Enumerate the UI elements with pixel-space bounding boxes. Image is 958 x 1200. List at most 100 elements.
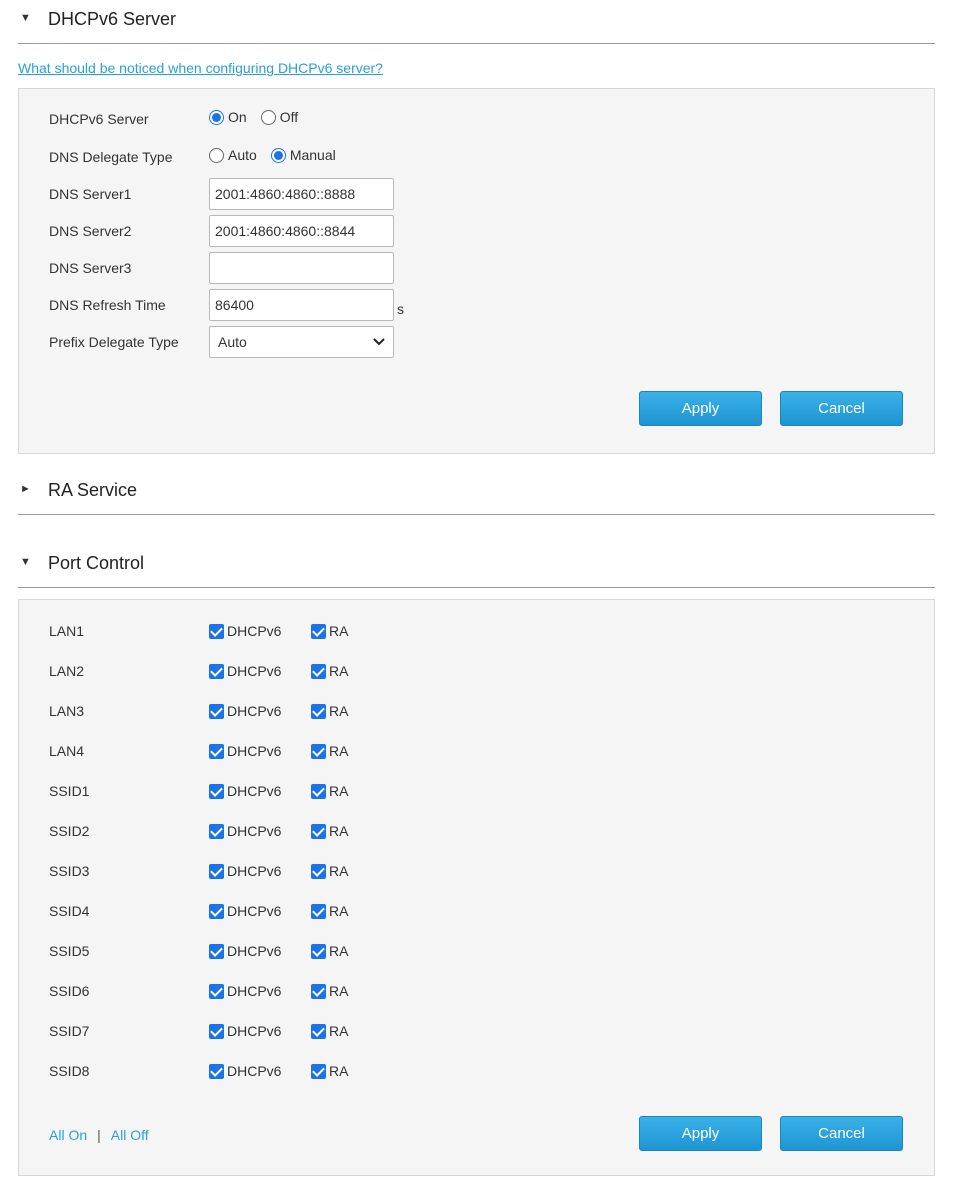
- checkbox-label: DHCPv6: [227, 863, 282, 879]
- collapse-arrow-icon: ▼: [20, 12, 31, 24]
- radio-label: Manual: [289, 147, 336, 163]
- dhcpv6-checkbox[interactable]: DHCPv6: [209, 1063, 281, 1079]
- section-title: Port Control: [48, 553, 145, 573]
- checkbox-checked-icon: [209, 783, 224, 799]
- dhcpv6-help-link[interactable]: What should be noticed when configuring …: [18, 60, 383, 76]
- port-cancel-button[interactable]: Cancel: [780, 1116, 903, 1151]
- checkbox-checked-icon: [311, 823, 326, 839]
- port-row: SSID5 DHCPv6 RA: [19, 941, 934, 965]
- ra-checkbox[interactable]: RA: [311, 903, 348, 919]
- port-label: SSID4: [49, 903, 90, 919]
- collapse-arrow-icon: ▼: [20, 556, 31, 568]
- dhcpv6-checkbox[interactable]: DHCPv6: [209, 823, 281, 839]
- radio-unchecked-icon: [209, 147, 224, 163]
- dhcpv6-section-header[interactable]: ▼ DHCPv6 Server: [18, 0, 935, 44]
- checkbox-label: DHCPv6: [227, 743, 282, 759]
- port-label: SSID2: [49, 823, 90, 839]
- chevron-down-icon: [373, 338, 385, 346]
- checkbox-label: RA: [329, 943, 349, 959]
- dns-server2-input[interactable]: [209, 215, 394, 247]
- section-title: RA Service: [48, 480, 138, 500]
- port-control-panel: LAN1 DHCPv6 RA LAN2 DHCPv6 RA LAN3 DHCPv6 RA LAN4…: [18, 599, 935, 1176]
- expand-arrow-icon: ►: [20, 483, 31, 495]
- checkbox-checked-icon: [311, 1023, 326, 1039]
- checkbox-checked-icon: [209, 823, 224, 839]
- ra-checkbox[interactable]: RA: [311, 943, 348, 959]
- port-control-section-header[interactable]: ▼ Port Control: [18, 544, 935, 588]
- checkbox-label: DHCPv6: [227, 943, 282, 959]
- prefix-delegate-select[interactable]: Auto: [209, 326, 394, 358]
- dhcpv6-apply-button[interactable]: Apply: [639, 391, 762, 426]
- section-title: DHCPv6 Server: [48, 9, 177, 29]
- port-label: SSID7: [49, 1023, 90, 1039]
- checkbox-label: DHCPv6: [227, 703, 282, 719]
- checkbox-label: DHCPv6: [227, 823, 282, 839]
- ra-checkbox[interactable]: RA: [311, 1023, 348, 1039]
- dns-delegate-radio-group: Auto Manual: [209, 147, 350, 163]
- port-label: LAN2: [49, 663, 85, 679]
- ra-checkbox[interactable]: RA: [311, 983, 348, 999]
- dns-refresh-label: DNS Refresh Time: [49, 297, 166, 313]
- dhcpv6-panel: DHCPv6 Server On Off DNS Delegate Type A…: [18, 88, 935, 454]
- dhcpv6-checkbox[interactable]: DHCPv6: [209, 943, 281, 959]
- dhcpv6-on-radio[interactable]: On: [209, 109, 247, 125]
- dhcpv6-cancel-button[interactable]: Cancel: [780, 391, 903, 426]
- all-off-link[interactable]: All Off: [111, 1127, 149, 1143]
- checkbox-checked-icon: [311, 783, 326, 799]
- ra-checkbox[interactable]: RA: [311, 783, 348, 799]
- dhcpv6-checkbox[interactable]: DHCPv6: [209, 863, 281, 879]
- dhcpv6-off-radio[interactable]: Off: [260, 109, 299, 125]
- ra-checkbox[interactable]: RA: [311, 703, 348, 719]
- port-row: LAN2 DHCPv6 RA: [19, 661, 934, 685]
- checkbox-checked-icon: [311, 703, 326, 719]
- port-label: SSID6: [49, 983, 90, 999]
- dns-server1-input[interactable]: [209, 178, 394, 210]
- port-label: LAN3: [49, 703, 85, 719]
- ra-checkbox[interactable]: RA: [311, 823, 348, 839]
- radio-label: Off: [279, 109, 299, 125]
- dns-auto-radio[interactable]: Auto: [209, 147, 257, 163]
- dns-server2-label: DNS Server2: [49, 223, 132, 239]
- port-label: LAN1: [49, 623, 85, 639]
- ra-section-header[interactable]: ► RA Service: [18, 471, 935, 515]
- dhcpv6-checkbox[interactable]: DHCPv6: [209, 663, 281, 679]
- dhcpv6-checkbox[interactable]: DHCPv6: [209, 983, 281, 999]
- checkbox-checked-icon: [209, 1023, 224, 1039]
- all-on-link[interactable]: All On: [49, 1127, 87, 1143]
- checkbox-label: RA: [329, 743, 349, 759]
- port-row: LAN3 DHCPv6 RA: [19, 701, 934, 725]
- radio-unchecked-icon: [260, 109, 276, 125]
- dhcpv6-checkbox[interactable]: DHCPv6: [209, 703, 281, 719]
- checkbox-checked-icon: [311, 943, 326, 959]
- ra-checkbox[interactable]: RA: [311, 743, 348, 759]
- dns-refresh-input[interactable]: [209, 289, 394, 321]
- ra-checkbox[interactable]: RA: [311, 1063, 348, 1079]
- dns-server3-input[interactable]: [209, 252, 394, 284]
- checkbox-label: RA: [329, 1023, 349, 1039]
- port-apply-button[interactable]: Apply: [639, 1116, 762, 1151]
- checkbox-checked-icon: [209, 863, 224, 879]
- checkbox-label: RA: [329, 1063, 349, 1079]
- port-row: SSID3 DHCPv6 RA: [19, 861, 934, 885]
- dns-manual-radio[interactable]: Manual: [270, 147, 336, 163]
- checkbox-label: DHCPv6: [227, 623, 282, 639]
- ra-checkbox[interactable]: RA: [311, 863, 348, 879]
- ra-checkbox[interactable]: RA: [311, 623, 348, 639]
- dhcpv6-checkbox[interactable]: DHCPv6: [209, 743, 281, 759]
- dhcpv6-checkbox[interactable]: DHCPv6: [209, 783, 281, 799]
- dhcpv6-server-radio-group: On Off: [209, 109, 312, 125]
- port-label: SSID3: [49, 863, 90, 879]
- radio-label: Auto: [228, 147, 257, 163]
- radio-checked-icon: [209, 109, 224, 125]
- dhcpv6-checkbox[interactable]: DHCPv6: [209, 623, 281, 639]
- ra-checkbox[interactable]: RA: [311, 663, 348, 679]
- checkbox-checked-icon: [209, 1063, 224, 1079]
- port-row: SSID6 DHCPv6 RA: [19, 981, 934, 1005]
- dhcpv6-checkbox[interactable]: DHCPv6: [209, 1023, 281, 1039]
- dhcpv6-checkbox[interactable]: DHCPv6: [209, 903, 281, 919]
- checkbox-checked-icon: [209, 943, 224, 959]
- checkbox-checked-icon: [311, 743, 326, 759]
- radio-checked-icon: [270, 147, 286, 163]
- checkbox-checked-icon: [209, 983, 224, 999]
- port-row: LAN1 DHCPv6 RA: [19, 621, 934, 645]
